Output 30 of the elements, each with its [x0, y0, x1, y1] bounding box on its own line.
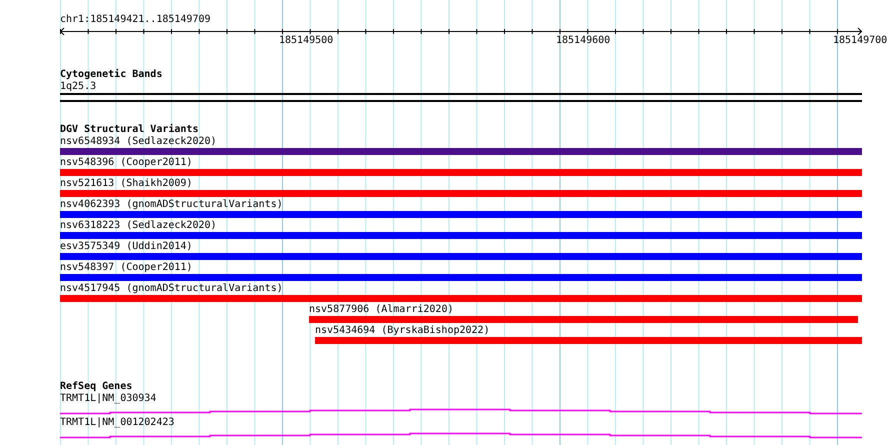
variant-label: nsv5434694 (ByrskaBishop2022) [315, 325, 490, 337]
variant-label: nsv548396 (Cooper2011) [60, 157, 192, 169]
tick-label: 185149500 [279, 35, 334, 47]
variant-bar[interactable] [309, 316, 858, 323]
variant-label: nsv4517945 (gnomADStructuralVariants) [60, 283, 283, 295]
variant-label: esv3575349 (Uddin2014) [60, 241, 192, 253]
variant-bar[interactable] [60, 169, 862, 176]
variant-bar[interactable] [60, 148, 862, 155]
variant-bar[interactable] [60, 211, 862, 218]
track-title: RefSeq Genes [60, 381, 132, 393]
variant-label: nsv548397 (Cooper2011) [60, 262, 192, 274]
variant-bar[interactable] [60, 274, 862, 281]
position-label: chr1:185149421..185149709 [60, 13, 211, 26]
variant-bar[interactable] [60, 253, 862, 260]
gene-label: TRMT1L|NM_001202423 [60, 417, 174, 429]
tick-label: 185149600 [556, 35, 610, 47]
track-title: Cytogenetic Bands [60, 69, 162, 81]
variant-bar[interactable] [315, 337, 862, 344]
variant-label: nsv4062393 (gnomADStructuralVariants) [60, 199, 283, 211]
variant-bar[interactable] [60, 232, 862, 239]
variant-bar[interactable] [60, 190, 862, 197]
variant-label: nsv6318223 (Sedlazeck2020) [60, 220, 217, 232]
track-title: DGV Structural Variants [60, 124, 198, 136]
variant-label: nsv521613 (Shaikh2009) [60, 178, 192, 190]
tick-label: 185149700 [833, 35, 888, 47]
variant-label: nsv5877906 (Almarri2020) [309, 304, 454, 316]
gene-label: TRMT1L|NM_030934 [60, 393, 156, 405]
variant-label: nsv6548934 (Sedlazeck2020) [60, 136, 217, 148]
band-label: 1q25.3 [60, 81, 96, 93]
variant-bar[interactable] [60, 295, 862, 302]
